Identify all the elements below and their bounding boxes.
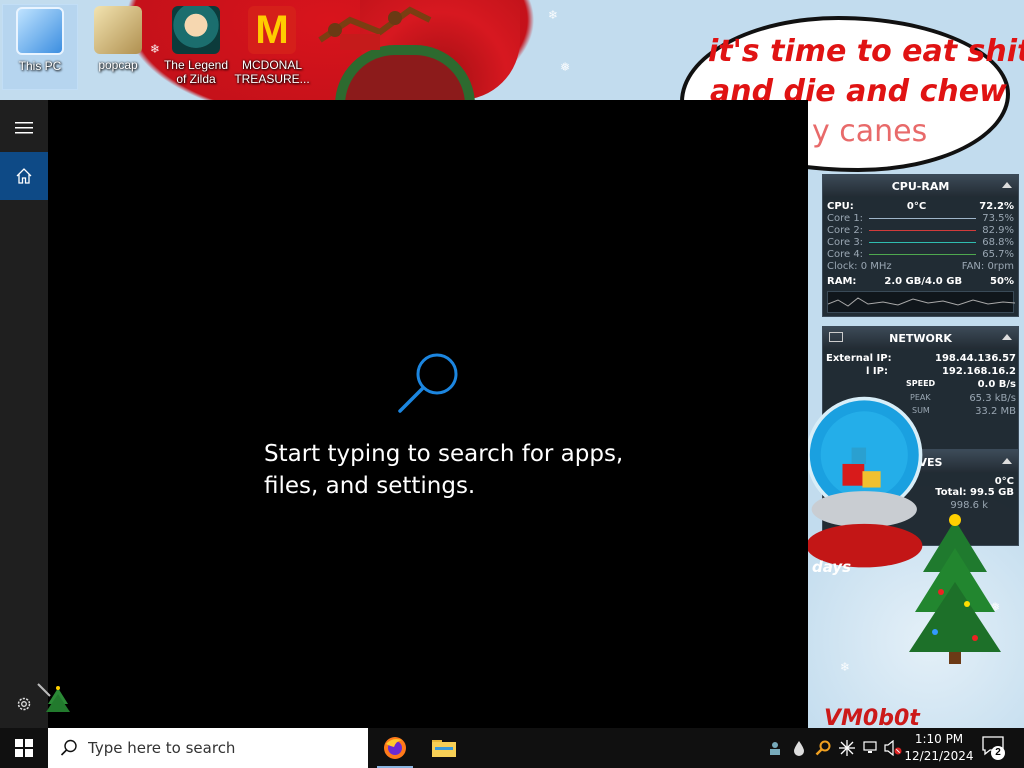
- hamburger-menu-icon: [15, 122, 33, 134]
- clock-date: 12/21/2024: [904, 749, 974, 763]
- tray-network-icon[interactable]: [862, 739, 880, 757]
- christmas-tree-graphic: [909, 514, 1001, 664]
- clock-time: 1:10 PM: [914, 732, 964, 746]
- ram-used: 2.0 GB/4.0 GB: [884, 276, 963, 287]
- widget-header[interactable]: NETWORK: [823, 327, 1018, 349]
- ram-row: RAM: 2.0 GB/4.0 GB 50%: [823, 276, 1018, 288]
- core-label: Core 2:: [827, 225, 864, 236]
- core-row: Core 4: 65.7%: [823, 249, 1018, 261]
- widget-title: CPU-RAM: [891, 179, 950, 193]
- desktop-icon-this-pc[interactable]: This PC: [2, 4, 78, 90]
- computer-icon: [16, 7, 64, 55]
- ram-percent: 50%: [990, 276, 1014, 287]
- snowflake-icon: ❅: [560, 60, 571, 74]
- core-row: Core 1: 73.5%: [823, 213, 1018, 225]
- taskbar: 1:10 PM 12/21/2024 2: [0, 728, 1024, 768]
- tray-snowflake-icon[interactable]: [838, 739, 856, 757]
- home-icon: [16, 168, 32, 184]
- core-label: Core 3:: [827, 237, 864, 248]
- collapse-icon[interactable]: [1002, 182, 1012, 188]
- collapse-icon[interactable]: [1002, 334, 1012, 340]
- cpu-temp: 0°C: [906, 201, 927, 212]
- snowflake-icon: ❄: [840, 660, 851, 674]
- core-value: 68.8%: [982, 237, 1014, 248]
- external-ip-value: 198.44.136.57: [935, 353, 1016, 364]
- core-value: 82.9%: [982, 225, 1014, 236]
- tray-volume-muted-icon[interactable]: [884, 739, 902, 757]
- tray-search-tool-icon[interactable]: [814, 739, 832, 757]
- widget-header[interactable]: CPU-RAM: [823, 175, 1018, 197]
- snowflake-icon: ❄: [548, 8, 559, 22]
- gear-icon: [17, 697, 31, 711]
- file-explorer-icon: [432, 740, 456, 757]
- firefox-icon: [384, 737, 406, 759]
- home-button[interactable]: [0, 152, 48, 200]
- globe-caption: days: [812, 558, 852, 576]
- core-bar: [869, 230, 977, 231]
- taskbar-firefox[interactable]: [371, 728, 419, 768]
- search-icon: [60, 739, 77, 756]
- start-rail: [0, 100, 48, 728]
- desktop-icon-label: popcap: [98, 58, 138, 72]
- taskbar-file-explorer[interactable]: [420, 728, 468, 768]
- core-label: Core 4:: [827, 249, 864, 260]
- clock-fan-row: Clock: 0 MHz FAN: 0rpm: [823, 261, 1018, 273]
- start-button[interactable]: [0, 728, 48, 768]
- fan-speed: FAN: 0rpm: [961, 261, 1014, 272]
- tree-cursor-icon: [37, 683, 70, 712]
- tray-people-icon[interactable]: [766, 739, 784, 757]
- ram-graph: [827, 291, 1016, 313]
- monitor-icon: [829, 332, 843, 342]
- core-bar: [869, 242, 977, 243]
- core-label: Core 1:: [827, 213, 864, 224]
- core-row: Core 3: 68.8%: [823, 237, 1018, 249]
- desktop-icon-mcdonal-treasure[interactable]: M MCDONAL TREASURE...: [234, 4, 310, 90]
- game-shortcut-icon: [172, 6, 220, 54]
- ram-label: RAM:: [827, 276, 857, 287]
- mcdonalds-logo-icon: M: [248, 6, 296, 54]
- cpu-percent: 72.2%: [979, 201, 1014, 212]
- menu-button[interactable]: [0, 104, 48, 152]
- desktop-icon-label: This PC: [18, 59, 62, 73]
- cpu-label: CPU:: [827, 201, 854, 212]
- desktop-icon-popcap[interactable]: popcap: [80, 4, 156, 90]
- cpu-row: CPU: 0°C 72.2%: [823, 201, 1018, 213]
- search-illustration-icon: [398, 353, 458, 413]
- external-ip-label: External IP:: [826, 353, 892, 364]
- core-bar: [869, 254, 977, 255]
- search-input[interactable]: [88, 739, 348, 757]
- speed-value: 0.0 B/s: [977, 379, 1016, 390]
- desktop-icon-legend-of-zilda[interactable]: The Legend of Zilda: [158, 4, 234, 90]
- action-center-button[interactable]: 2: [978, 734, 1018, 762]
- core-value: 65.7%: [982, 249, 1014, 260]
- core-bar: [869, 218, 977, 219]
- collapse-icon[interactable]: [1002, 458, 1012, 464]
- cpu-ram-widget: CPU-RAM CPU: 0°C 72.2% Core 1: 73.5% Cor…: [822, 174, 1019, 317]
- external-ip-row: External IP: 198.44.136.57: [826, 353, 1016, 366]
- widget-title: NETWORK: [889, 331, 952, 345]
- core-row: Core 2: 82.9%: [823, 225, 1018, 237]
- cpu-clock: Clock: 0 MHz: [827, 261, 892, 272]
- notification-count-badge: 2: [991, 746, 1005, 760]
- bubble-line-1: it's time to eat shit: [708, 34, 1024, 69]
- taskbar-search-box[interactable]: [48, 728, 368, 768]
- peak-value: 65.3 kB/s: [969, 393, 1016, 404]
- search-hint-text: Start typing to search for apps, files, …: [264, 441, 624, 499]
- core-value: 73.5%: [982, 213, 1014, 224]
- tray-droplet-icon[interactable]: [790, 739, 808, 757]
- bubble-line-3: y canes: [812, 114, 928, 149]
- desktop-icon-label: MCDONAL TREASURE...: [234, 58, 310, 86]
- desktop-icon-label: The Legend of Zilda: [163, 58, 229, 86]
- start-search-panel: Start typing to search for apps, files, …: [0, 100, 808, 728]
- internal-ip-value: 192.168.16.2: [941, 366, 1016, 377]
- windows-logo-icon: [15, 739, 33, 757]
- sum-value: 33.2 MB: [975, 406, 1016, 417]
- reindeer-sleigh-graphic: [318, 6, 432, 50]
- taskbar-clock[interactable]: 1:10 PM 12/21/2024: [902, 731, 976, 765]
- folder-icon: [94, 6, 142, 54]
